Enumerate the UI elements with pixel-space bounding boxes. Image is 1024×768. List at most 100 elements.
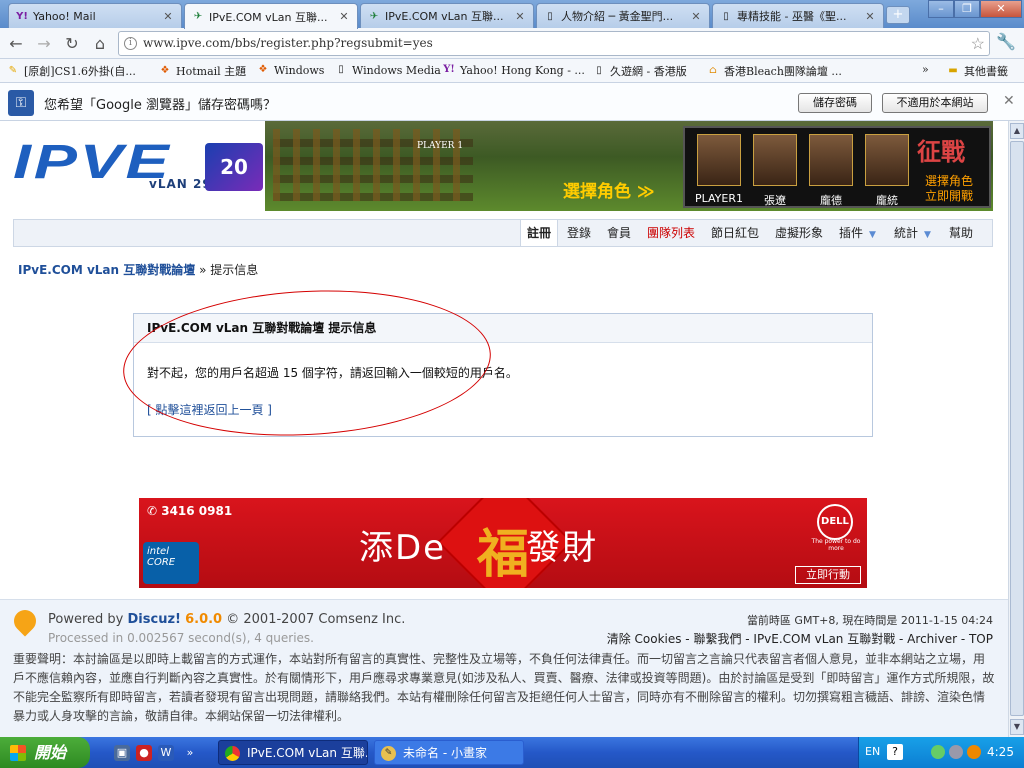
other-bookmarks[interactable]: ▬ 其他書籤 <box>946 63 1008 79</box>
page-info-icon[interactable]: i <box>124 37 137 50</box>
firefox-icon[interactable]: ● <box>136 745 152 761</box>
save-password-button[interactable]: 儲存密碼 <box>798 93 872 113</box>
word-icon[interactable]: W <box>158 745 174 761</box>
close-tab-icon[interactable]: ✕ <box>863 10 877 23</box>
footer-links[interactable]: 清除 Cookies - 聯繫我們 - IPvE.COM vLan 互聯對戰 -… <box>607 630 993 647</box>
network-icon[interactable] <box>931 745 945 759</box>
site-logo[interactable]: IPVE vLAN 2900 20 11 <box>13 121 265 227</box>
infobar-message: 您希望「Google 瀏覽器」儲存密碼嗎？ <box>44 98 276 113</box>
slogan-right: 發財 <box>526 528 599 568</box>
act-now-button[interactable]: 立即行動 <box>795 566 861 584</box>
close-tab-icon[interactable]: ✕ <box>513 10 527 23</box>
close-tab-icon[interactable]: ✕ <box>689 10 703 23</box>
page-icon: ▯ <box>338 64 344 75</box>
quicklaunch-overflow-icon[interactable]: » <box>182 745 198 761</box>
task-chrome[interactable]: IPvE.COM vLan 互聯... <box>218 740 368 765</box>
yahoo-icon: Y! <box>16 10 28 22</box>
nav-plugins[interactable]: 插件 ▼ <box>839 220 876 246</box>
cta-line: 立即開戰 <box>925 189 974 203</box>
fu-character: 福 <box>477 525 530 585</box>
chrome-icon <box>225 746 240 761</box>
scroll-down-icon[interactable]: ▼ <box>1010 719 1024 735</box>
new-tab-button[interactable]: + <box>886 6 910 24</box>
restore-button[interactable]: ❐ <box>954 0 980 18</box>
tab-character-intro[interactable]: ▯ 人物介紹 ─ 黃金聖門... ✕ <box>536 3 710 28</box>
tab-ipve-2[interactable]: ✈ IPvE.COM vLan 互聯... ✕ <box>360 3 534 28</box>
tab-skills[interactable]: ▯ 專精技能 - 巫醫《聖... ✕ <box>712 3 884 28</box>
timezone-info: 當前時區 GMT+8, 現在時間是 2011-1-15 04:24 <box>746 614 993 627</box>
address-bar[interactable]: i www.ipve.com/bbs/register.php?regsubmi… <box>118 31 990 56</box>
show-desktop-icon[interactable]: ▣ <box>114 745 130 761</box>
nav-stats[interactable]: 統計 ▼ <box>894 220 931 246</box>
bookmark-item[interactable]: ▯ 久遊網 - 香港版 <box>592 63 686 79</box>
nav-avatar[interactable]: 虛擬形象 <box>775 220 823 246</box>
wrench-icon[interactable]: 🔧 <box>996 32 1016 51</box>
help-icon[interactable]: ? <box>887 744 903 760</box>
breadcrumb-home-link[interactable]: IPvE.COM vLan 互聯對戰論壇 <box>18 263 195 277</box>
logo-badge: 20 11 <box>205 143 263 227</box>
url-text: www.ipve.com/bbs/register.php?regsubmit=… <box>143 36 433 50</box>
character-name: PLAYER1 <box>695 192 743 205</box>
start-label: 開始 <box>34 743 67 762</box>
game-banner[interactable]: PLAYER 1 選擇角色 ≫ PLAYER1 張遼 龐德 龐統 征戰 選擇角色… <box>265 121 993 211</box>
browser-toolbar: ← → ↻ ⌂ i www.ipve.com/bbs/register.php?… <box>0 28 1024 59</box>
breadcrumb: IPvE.COM vLan 互聯對戰論壇 » 提示信息 <box>18 261 258 278</box>
task-paint[interactable]: ✎ 未命名 - 小畫家 <box>374 740 524 765</box>
character-portrait <box>809 134 853 186</box>
bookmark-item[interactable]: ⌂ 香港Bleach團隊論壇 ... <box>706 63 842 79</box>
clock: 4:25 <box>987 745 1014 759</box>
dropdown-arrow-icon: ▼ <box>869 230 876 240</box>
bookmark-star-icon[interactable]: ☆ <box>971 32 985 55</box>
never-for-site-button[interactable]: 不適用於本網站 <box>882 93 988 113</box>
forward-icon[interactable]: → <box>33 33 55 55</box>
logo-text: IPVE <box>13 136 172 189</box>
web-page: IPVE vLAN 2900 20 11 PLAYER 1 選擇角色 ≫ PLA… <box>0 121 1008 737</box>
other-bookmarks-label: 其他書籤 <box>964 65 1008 78</box>
nav-red-packet[interactable]: 節日紅包 <box>711 220 759 246</box>
nav-label: 插件 <box>839 226 864 240</box>
bookmark-item[interactable]: Y! Yahoo! Hong Kong - ... <box>442 63 585 77</box>
tab-ipve-active[interactable]: ✈ IPvE.COM vLan 互聯... ✕ <box>184 3 358 29</box>
update-icon[interactable] <box>967 745 981 759</box>
dell-advertisement[interactable]: ✆ 3416 0981 intel CORE 添De 發財 福 DELL The … <box>139 498 867 588</box>
language-indicator[interactable]: EN <box>865 745 880 758</box>
windows-flag-icon: ❖ <box>258 64 268 75</box>
close-window-button[interactable]: ✕ <box>980 0 1022 18</box>
powered-by-label: Powered by <box>48 612 124 627</box>
bookmark-item[interactable]: ❖ Hotmail 主題 <box>158 63 247 79</box>
page-icon: ▯ <box>547 10 553 22</box>
choose-character-text: 選擇角色 ≫ <box>563 182 655 202</box>
reload-icon[interactable]: ↻ <box>61 33 83 55</box>
forum-nav: 註冊 登錄 會員 團隊列表 節日紅包 虛擬形象 插件 ▼ 統計 ▼ 幫助 <box>13 219 993 247</box>
windows-logo-icon <box>10 745 26 761</box>
nav-help[interactable]: 幫助 <box>949 220 973 246</box>
scroll-up-icon[interactable]: ▲ <box>1010 123 1024 139</box>
copyright: © 2001-2007 Comsenz Inc. <box>226 612 406 627</box>
bookmark-item[interactable]: ▯ Windows Media <box>334 63 441 77</box>
nav-members[interactable]: 會員 <box>607 220 631 246</box>
folder-icon: ▬ <box>948 65 958 76</box>
security-icon[interactable] <box>949 745 963 759</box>
site-header: IPVE vLAN 2900 20 11 PLAYER 1 選擇角色 ≫ PLA… <box>13 121 993 227</box>
close-infobar-icon[interactable]: ✕ <box>1003 93 1015 109</box>
bookmark-item[interactable]: ✎ [原創]CS1.6外掛(自... <box>6 63 136 79</box>
home-icon[interactable]: ⌂ <box>89 33 111 55</box>
start-button[interactable]: 開始 <box>0 737 90 768</box>
tab-label: Yahoo! Mail <box>33 9 96 23</box>
bookmark-item[interactable]: ❖ Windows <box>256 63 325 77</box>
close-tab-icon[interactable]: ✕ <box>161 10 175 23</box>
page-scrollbar[interactable]: ▲ ▼ <box>1008 121 1024 737</box>
discuz-link[interactable]: Discuz! <box>128 612 181 627</box>
bookmarks-overflow-icon[interactable]: » <box>922 63 929 76</box>
scroll-thumb[interactable] <box>1010 141 1024 716</box>
minimize-button[interactable]: – <box>928 0 954 18</box>
breadcrumb-separator: » <box>195 263 211 277</box>
tab-label: IPvE.COM vLan 互聯... <box>209 10 328 24</box>
close-tab-icon[interactable]: ✕ <box>337 10 351 23</box>
back-icon[interactable]: ← <box>5 33 27 55</box>
nav-login[interactable]: 登錄 <box>567 220 591 246</box>
tab-yahoo-mail[interactable]: Y! Yahoo! Mail ✕ <box>8 3 182 28</box>
ipve-icon: ✈ <box>369 10 379 22</box>
nav-team-list[interactable]: 團隊列表 <box>647 220 695 246</box>
nav-register[interactable]: 註冊 <box>520 220 559 246</box>
